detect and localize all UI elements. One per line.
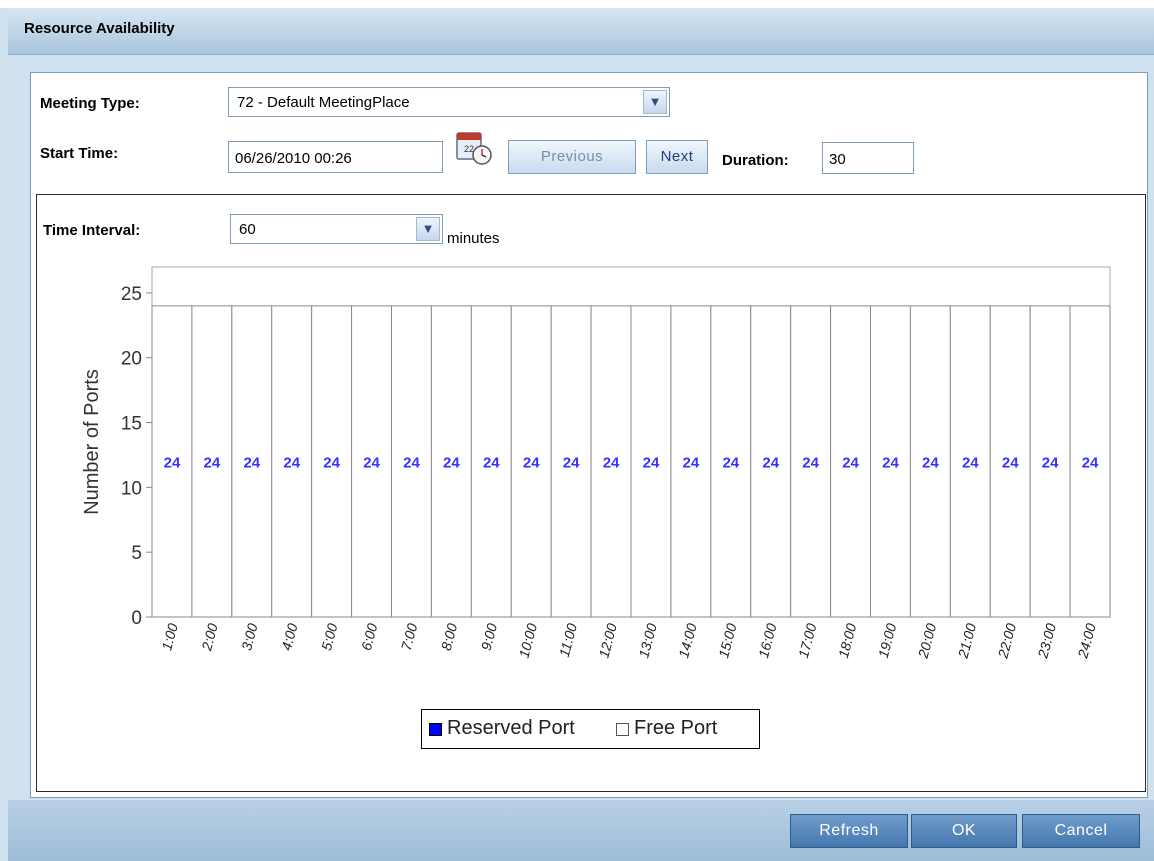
x-tick-label: 9:00 bbox=[478, 621, 501, 652]
x-tick-label: 12:00 bbox=[595, 621, 620, 659]
ok-button[interactable]: OK bbox=[911, 814, 1017, 848]
refresh-button[interactable]: Refresh bbox=[790, 814, 908, 848]
bar-value-label: 24 bbox=[204, 454, 221, 471]
x-tick-label: 11:00 bbox=[556, 621, 580, 658]
legend-label-free: Free Port bbox=[634, 717, 718, 739]
bar-value-label: 24 bbox=[1042, 454, 1059, 471]
bar-value-label: 24 bbox=[523, 454, 540, 471]
x-tick-label: 1:00 bbox=[158, 621, 181, 652]
bar-value-label: 24 bbox=[842, 454, 859, 471]
x-tick-label: 4:00 bbox=[278, 621, 301, 652]
chart-legend: Reserved Port Free Port bbox=[421, 709, 760, 749]
x-tick-label: 3:00 bbox=[238, 621, 261, 652]
legend-swatch-free bbox=[616, 723, 629, 736]
y-tick-label: 25 bbox=[121, 284, 142, 305]
y-tick-label: 0 bbox=[131, 608, 142, 629]
bar-value-label: 24 bbox=[922, 454, 939, 471]
y-tick-label: 5 bbox=[131, 543, 142, 564]
bar-value-label: 24 bbox=[882, 454, 899, 471]
x-tick-label: 7:00 bbox=[398, 621, 421, 652]
x-tick-label: 19:00 bbox=[875, 621, 900, 659]
x-tick-label: 20:00 bbox=[914, 621, 939, 660]
bar-value-label: 24 bbox=[603, 454, 620, 471]
cancel-button[interactable]: Cancel bbox=[1022, 814, 1140, 848]
bar-value-label: 24 bbox=[563, 454, 580, 471]
bar-value-label: 24 bbox=[962, 454, 979, 471]
y-tick-label: 20 bbox=[121, 349, 142, 370]
x-tick-label: 23:00 bbox=[1034, 621, 1059, 660]
bar-value-label: 24 bbox=[802, 454, 819, 471]
bar-value-label: 24 bbox=[363, 454, 380, 471]
x-tick-label: 16:00 bbox=[755, 621, 780, 659]
y-tick-label: 10 bbox=[121, 478, 142, 499]
bar-value-label: 24 bbox=[1002, 454, 1019, 471]
legend-label-reserved: Reserved Port bbox=[447, 717, 575, 739]
x-tick-label: 21:00 bbox=[954, 621, 979, 660]
bar-value-label: 24 bbox=[164, 454, 181, 471]
bar-value-label: 24 bbox=[1082, 454, 1099, 471]
x-tick-label: 2:00 bbox=[198, 621, 221, 653]
x-tick-label: 24:00 bbox=[1074, 621, 1099, 660]
x-tick-label: 8:00 bbox=[438, 621, 461, 652]
x-tick-label: 6:00 bbox=[358, 621, 381, 652]
bar-value-label: 24 bbox=[722, 454, 739, 471]
x-tick-label: 14:00 bbox=[675, 621, 700, 659]
bar-value-label: 24 bbox=[323, 454, 340, 471]
bar-value-label: 24 bbox=[683, 454, 700, 471]
x-tick-label: 22:00 bbox=[994, 621, 1019, 660]
y-tick-label: 15 bbox=[121, 414, 142, 435]
bar-value-label: 24 bbox=[762, 454, 779, 471]
legend-swatch-reserved bbox=[429, 723, 442, 736]
x-tick-label: 5:00 bbox=[318, 621, 341, 652]
y-axis-title: Number of Ports bbox=[81, 369, 103, 515]
bar-value-label: 24 bbox=[443, 454, 460, 471]
x-tick-label: 15:00 bbox=[715, 621, 740, 659]
bar-value-label: 24 bbox=[243, 454, 260, 471]
x-tick-label: 13:00 bbox=[635, 621, 660, 659]
x-tick-label: 10:00 bbox=[516, 621, 541, 659]
bar-value-label: 24 bbox=[403, 454, 420, 471]
bar-value-label: 24 bbox=[483, 454, 500, 471]
x-tick-label: 17:00 bbox=[795, 621, 820, 659]
resource-availability-dialog: Resource Availability Meeting Type: 72 -… bbox=[0, 0, 1154, 861]
bar-value-label: 24 bbox=[643, 454, 660, 471]
x-tick-label: 18:00 bbox=[835, 621, 860, 659]
port-availability-chart: Number of Ports 0 5 10 15 20 25 24 1:00 24 2:00 24… bbox=[81, 266, 1111, 661]
bar-value-label: 24 bbox=[283, 454, 300, 471]
